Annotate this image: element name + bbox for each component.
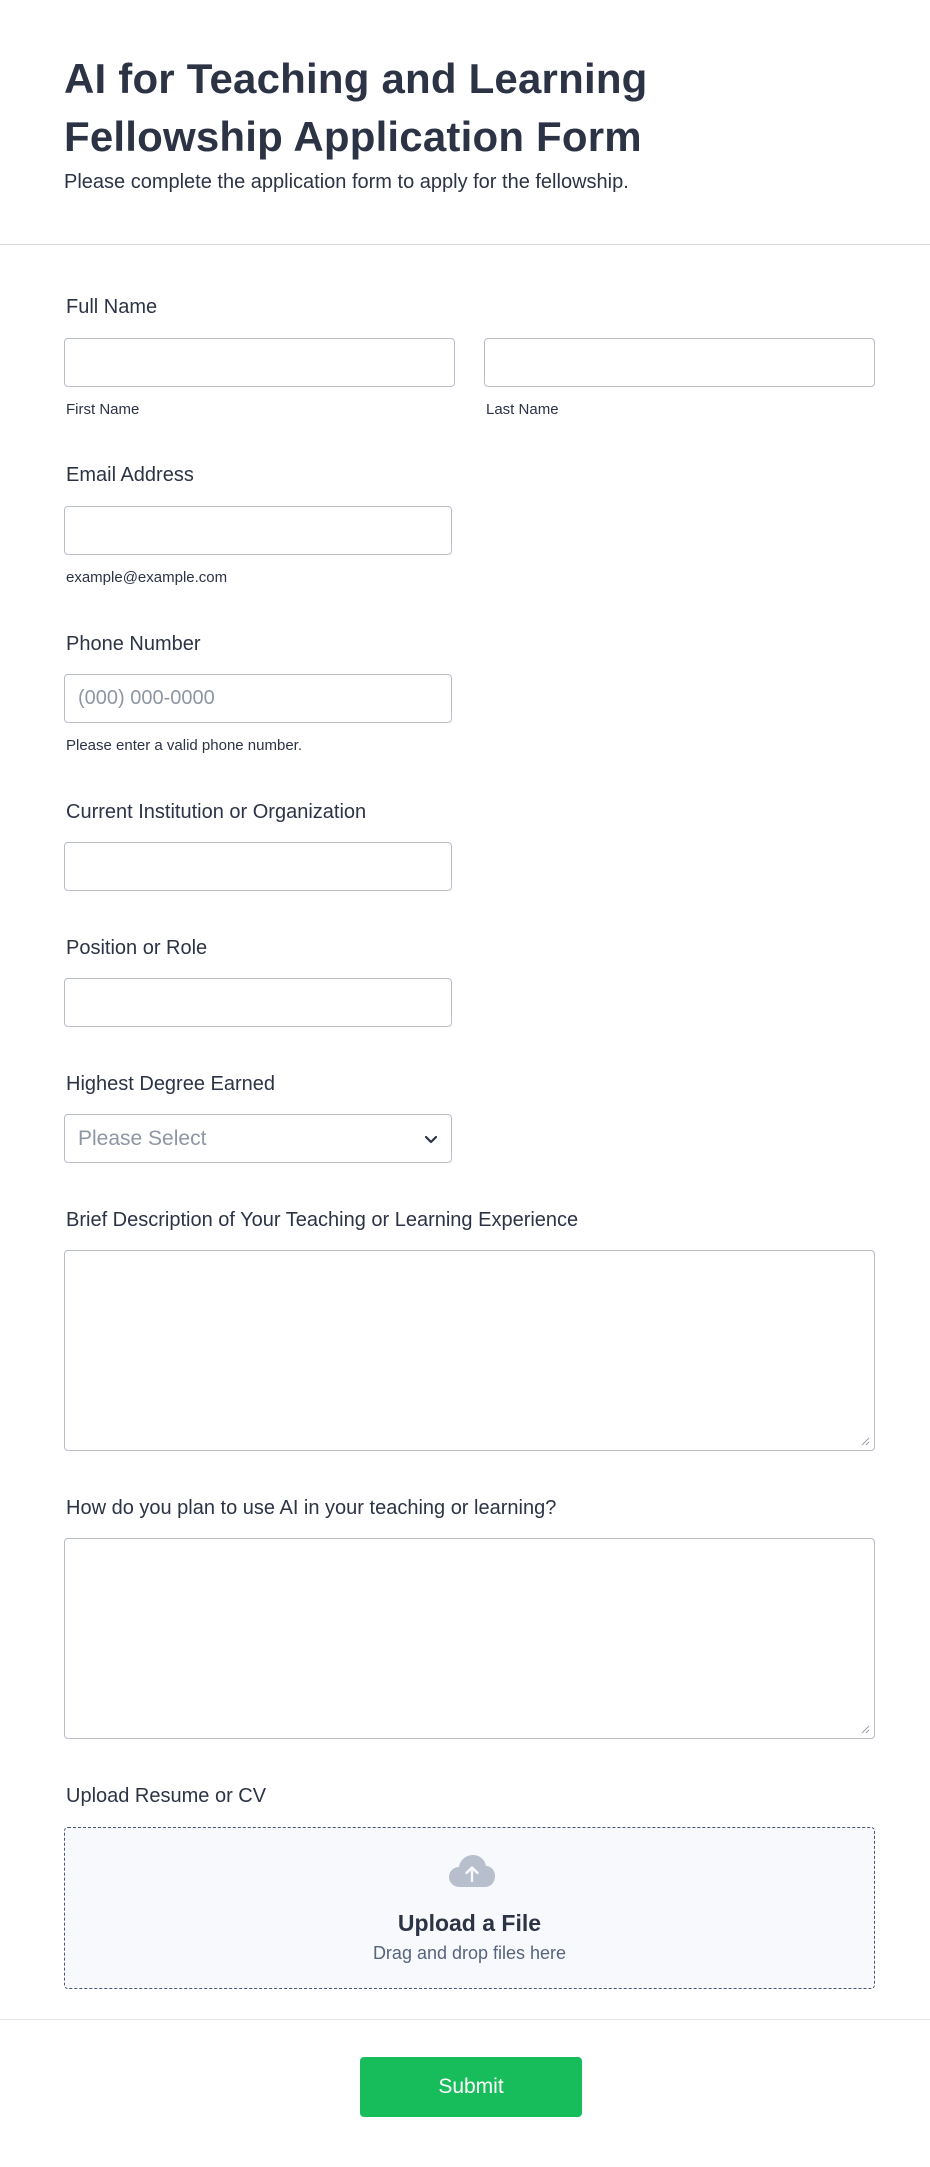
- institution-label: Current Institution or Organization: [66, 801, 367, 823]
- last-name-input[interactable]: [484, 338, 875, 387]
- form-subtitle: Please complete the application form to …: [64, 171, 629, 193]
- form-title: AI for Teaching and Learning Fellowship …: [64, 55, 648, 160]
- phone-input[interactable]: [64, 674, 452, 723]
- first-name-input[interactable]: [64, 338, 455, 387]
- submit-button[interactable]: Submit: [360, 2057, 582, 2117]
- upload-subtitle: Drag and drop files here: [372, 1943, 567, 1963]
- ai-plan-textarea[interactable]: [64, 1538, 875, 1739]
- first-name-sublabel: First Name: [66, 401, 140, 418]
- phone-sublabel: Please enter a valid phone number.: [66, 737, 302, 754]
- upload-title: Upload a File: [397, 1910, 542, 1936]
- full-name-label: Full Name: [66, 296, 158, 318]
- degree-select[interactable]: Please Select: [64, 1114, 452, 1163]
- position-label: Position or Role: [66, 937, 208, 959]
- experience-textarea[interactable]: [64, 1250, 875, 1451]
- degree-label: Highest Degree Earned: [66, 1073, 276, 1095]
- email-field[interactable]: [64, 506, 452, 555]
- email-label: Email Address: [66, 464, 194, 486]
- ai-plan-label: How do you plan to use AI in your teachi…: [66, 1497, 557, 1519]
- resume-label: Upload Resume or CV: [66, 1785, 267, 1807]
- institution-input[interactable]: [64, 842, 452, 891]
- position-input[interactable]: [64, 978, 452, 1027]
- resize-grip-icon[interactable]: [860, 1436, 870, 1446]
- footer-divider: [0, 2019, 930, 2020]
- form-header: AI for Teaching and Learning Fellowship …: [0, 0, 930, 245]
- resize-grip-icon[interactable]: [860, 1724, 870, 1734]
- phone-label: Phone Number: [66, 633, 201, 655]
- experience-label: Brief Description of Your Teaching or Le…: [66, 1209, 579, 1231]
- file-upload-dropzone[interactable]: Upload a File Drag and drop files here: [64, 1827, 875, 1989]
- chevron-down-icon: [424, 1135, 438, 1144]
- degree-select-value: Please Select: [78, 1127, 207, 1150]
- cloud-upload-icon: [449, 1855, 495, 1887]
- email-sublabel: example@example.com: [66, 569, 228, 586]
- last-name-sublabel: Last Name: [486, 401, 559, 418]
